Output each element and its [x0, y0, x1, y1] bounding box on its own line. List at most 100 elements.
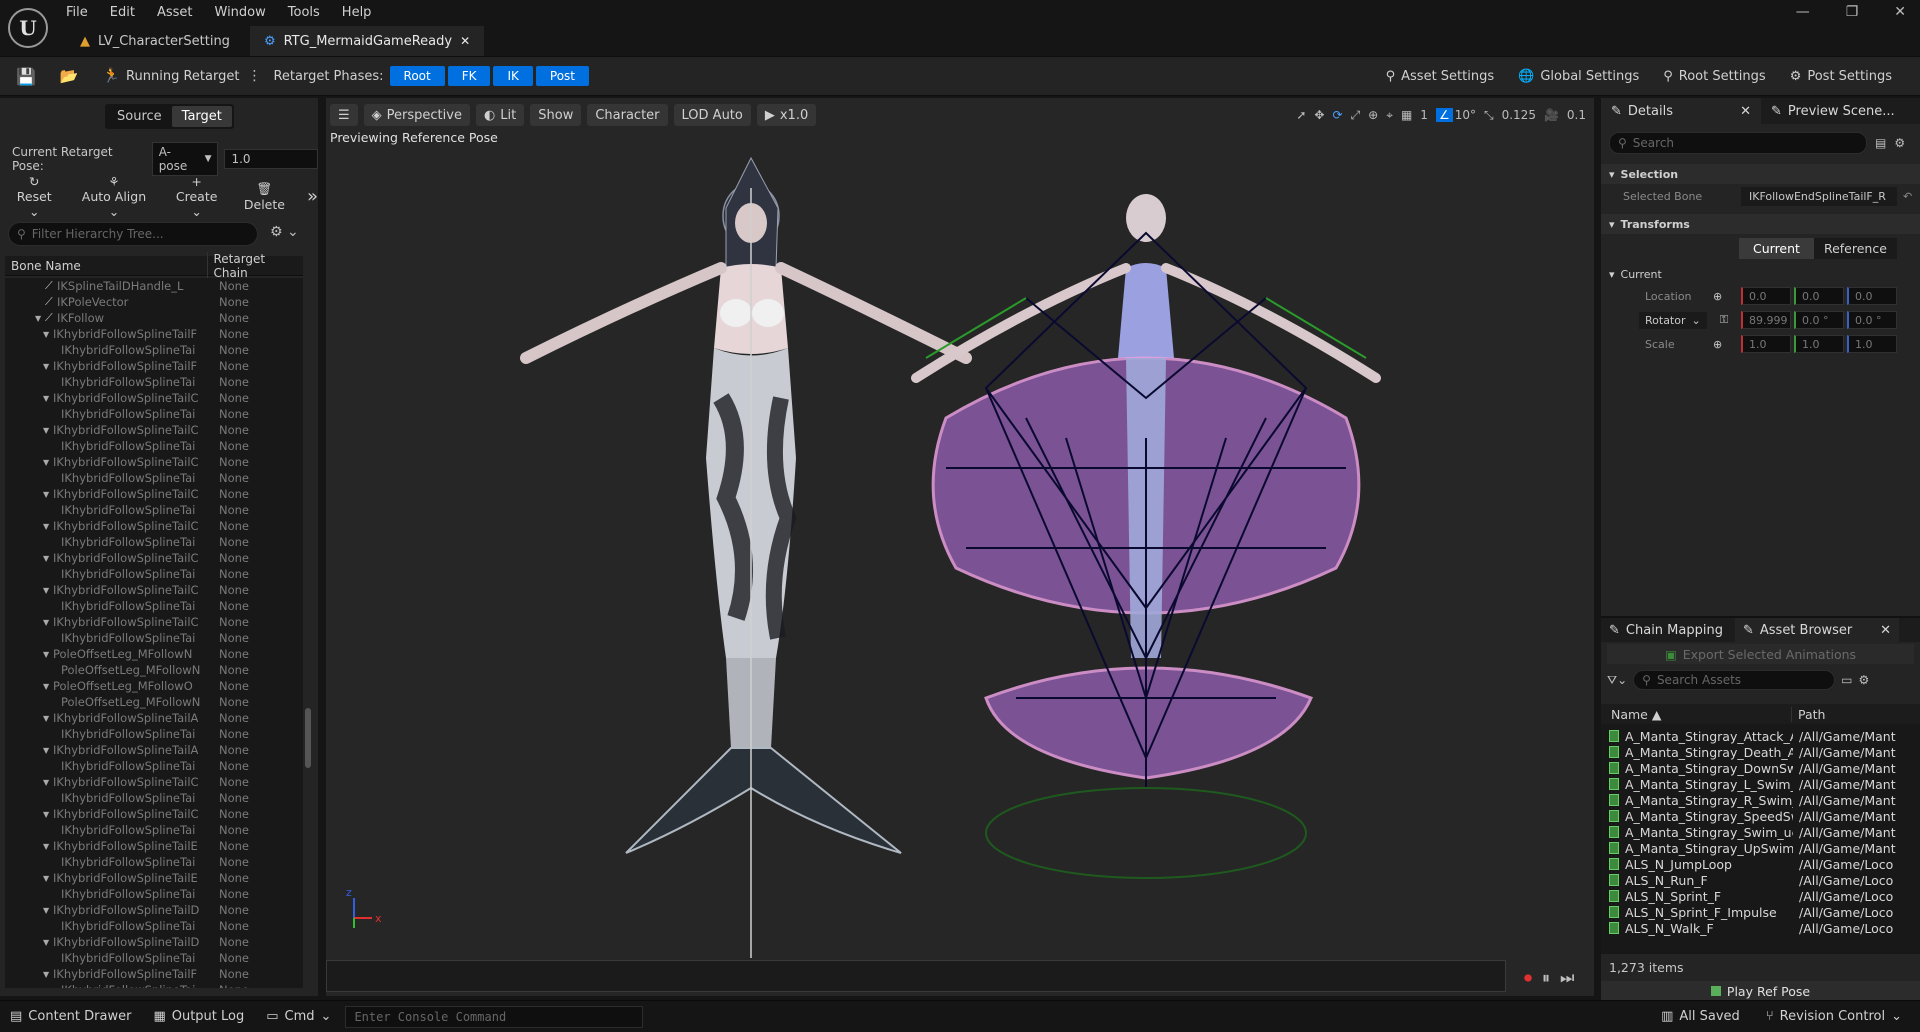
selection-section[interactable]: ▾ Selection	[1601, 164, 1920, 184]
tree-row[interactable]: IKhybridFollowSplineTaiNone	[5, 886, 303, 902]
more-options-icon[interactable]: ⋮	[247, 68, 261, 84]
tree-row[interactable]: PoleOffsetLeg_MFollowN None	[5, 694, 303, 710]
reset-button[interactable]: ↻ Reset ⌄	[12, 174, 56, 219]
timeline-bar[interactable]	[326, 960, 1506, 992]
folder-icon[interactable]: ▭	[1841, 673, 1852, 687]
col-bone-name[interactable]: Bone Name	[5, 259, 207, 273]
retarget-chain-value[interactable]: None	[219, 327, 249, 341]
tree-row[interactable]: ▼ ⟋ IKFollow None	[5, 310, 303, 326]
source-tab[interactable]: Source	[107, 106, 172, 127]
angle-snap-icon[interactable]: ∠	[1435, 108, 1453, 122]
tree-row[interactable]: IKhybridFollowSplineTaiNone	[5, 342, 303, 358]
retarget-chain-value[interactable]: None	[219, 567, 249, 581]
rotator-x-input[interactable]: 89.999	[1741, 311, 1791, 329]
filter-hierarchy-input[interactable]: ⚲ Filter Hierarchy Tree...	[8, 222, 258, 246]
menu-asset[interactable]: Asset	[157, 5, 193, 20]
revision-control-button[interactable]: ⑂ Revision Control ⌄	[1766, 1009, 1902, 1024]
running-retarget-button[interactable]: 🏃 Running Retarget	[103, 68, 240, 84]
coord-space-icon[interactable]: ⊕	[1368, 108, 1378, 122]
location-x-input[interactable]: 0.0	[1741, 287, 1791, 305]
delete-button[interactable]: 🗑 Delete	[244, 181, 285, 212]
perspective-button[interactable]: ◈ Perspective	[363, 104, 470, 126]
rotator-z-input[interactable]: 0.0 °	[1847, 311, 1897, 329]
asset-row[interactable]: A_Manta_Stingray_R_Swim_ /All/Game/Mant	[1609, 792, 1920, 808]
play-ref-pose-button[interactable]: Play Ref Pose	[1601, 981, 1920, 1001]
rotator-y-input[interactable]: 0.0 °	[1794, 311, 1844, 329]
close-window-icon[interactable]: ✕	[1894, 4, 1906, 20]
tree-row[interactable]: ▼ IKhybridFollowSplineTailA None	[5, 742, 303, 758]
tree-row[interactable]: IKhybridFollowSplineTaiNone	[5, 630, 303, 646]
tree-scrollbar[interactable]	[305, 708, 311, 768]
expand-arrow-icon[interactable]: ▼	[43, 618, 53, 627]
minimize-icon[interactable]: —	[1796, 4, 1810, 20]
preview-scene-tab[interactable]: ✎ Preview Scene...	[1761, 104, 1905, 119]
tree-row[interactable]: IKhybridFollowSplineTaiNone	[5, 790, 303, 806]
tree-row[interactable]: ▼ IKhybridFollowSplineTailC None	[5, 518, 303, 534]
retarget-chain-value[interactable]: None	[219, 791, 249, 805]
asset-settings-button[interactable]: ⚲ Asset Settings	[1386, 69, 1495, 84]
tree-row[interactable]: PoleOffsetLeg_MFollowN None	[5, 662, 303, 678]
expand-arrow-icon[interactable]: ▼	[43, 522, 53, 531]
retarget-chain-value[interactable]: None	[219, 855, 249, 869]
tree-row[interactable]: ▼ IKhybridFollowSplineTailF None	[5, 966, 303, 982]
all-saved-indicator[interactable]: ▥ All Saved	[1661, 1009, 1740, 1024]
retarget-chain-value[interactable]: None	[219, 663, 249, 677]
asset-search-input[interactable]: ⚲ Search Assets	[1633, 670, 1836, 690]
menu-window[interactable]: Window	[215, 5, 266, 20]
table-view-icon[interactable]: ▤	[1875, 136, 1886, 150]
filter-icon[interactable]: ⛛⌄	[1607, 673, 1627, 688]
tree-row[interactable]: IKhybridFollowSplineTaiNone	[5, 854, 303, 870]
scale-snap-value[interactable]: 0.125	[1502, 108, 1536, 122]
tree-row[interactable]: IKhybridFollowSplineTaiNone	[5, 406, 303, 422]
phase-post-toggle[interactable]: Post	[535, 66, 590, 86]
retarget-chain-value[interactable]: None	[219, 631, 249, 645]
rotator-mode-select[interactable]: Rotator ⌄	[1639, 311, 1707, 329]
record-icon[interactable]: ⏺	[1524, 968, 1532, 988]
tree-row[interactable]: IKhybridFollowSplineTaiNone	[5, 566, 303, 582]
rotate-icon[interactable]: ⟳	[1332, 108, 1342, 122]
surface-snap-icon[interactable]: ⌖	[1386, 108, 1393, 123]
tree-row[interactable]: IKhybridFollowSplineTaiNone	[5, 374, 303, 390]
expand-arrow-icon[interactable]: ▼	[43, 458, 53, 467]
retarget-chain-value[interactable]: None	[219, 711, 249, 725]
world-space-icon[interactable]: ⊕	[1713, 290, 1741, 303]
export-selected-button[interactable]: ▣ Export Selected Animations	[1607, 644, 1914, 664]
tree-row[interactable]: ▼ IKhybridFollowSplineTailD None	[5, 902, 303, 918]
asset-row[interactable]: ALS_N_Run_F/All/Game/Loco	[1609, 872, 1920, 888]
expand-arrow-icon[interactable]: ▼	[43, 586, 53, 595]
auto-align-button[interactable]: ⚘ Auto Align ⌄	[78, 174, 149, 219]
tree-row[interactable]: ▼ PoleOffsetLeg_MFollowN None	[5, 646, 303, 662]
console-input[interactable]: Enter Console Command	[345, 1005, 644, 1028]
retarget-chain-value[interactable]: None	[219, 439, 249, 453]
expand-arrow-icon[interactable]: ▼	[43, 810, 53, 819]
retarget-chain-value[interactable]: None	[219, 679, 249, 693]
retarget-chain-value[interactable]: None	[219, 519, 249, 533]
tree-row[interactable]: ▼ IKhybridFollowSplineTailC None	[5, 806, 303, 822]
asset-row[interactable]: ALS_N_Walk_F/All/Game/Loco	[1609, 920, 1920, 936]
step-forward-icon[interactable]: ⏭	[1560, 968, 1574, 988]
pose-select[interactable]: A-pose ▼	[151, 142, 219, 176]
cmd-button[interactable]: ▭ Cmd ⌄	[266, 1009, 331, 1024]
tab-lv-charactersetting[interactable]: ▲ LV_CharacterSetting	[66, 26, 244, 56]
tree-row[interactable]: IKhybridFollowSplineTaiNone	[5, 470, 303, 486]
lod-button[interactable]: LOD Auto	[673, 104, 751, 126]
tree-row[interactable]: ▼ PoleOffsetLeg_MFollowO None	[5, 678, 303, 694]
retarget-chain-value[interactable]: None	[219, 311, 249, 325]
expand-arrow-icon[interactable]: ▼	[43, 394, 53, 403]
select-mode-icon[interactable]: ➚	[1296, 108, 1306, 122]
unreal-logo-icon[interactable]: U	[8, 8, 48, 48]
playback-speed-button[interactable]: ▶ x1.0	[756, 104, 817, 126]
tree-row[interactable]: IKhybridFollowSplineTaiNone	[5, 982, 303, 988]
lock-icon[interactable]: ⚿	[1707, 313, 1741, 327]
chain-mapping-tab[interactable]: ✎ Chain Mapping	[1601, 618, 1731, 642]
asset-browser-tab[interactable]: ✎ Asset Browser ✕	[1734, 618, 1899, 642]
tree-row[interactable]: ▼ IKhybridFollowSplineTailF None	[5, 358, 303, 374]
asset-row[interactable]: ALS_N_Sprint_F_Impulse/All/Game/Loco	[1609, 904, 1920, 920]
phase-fk-toggle[interactable]: FK	[447, 66, 491, 86]
tree-row[interactable]: ⟋ IKSplineTailDHandle_L None	[5, 278, 303, 294]
lit-button[interactable]: ◐ Lit	[475, 104, 525, 126]
expand-arrow-icon[interactable]: ▼	[43, 682, 53, 691]
tree-row[interactable]: ⟋ IKPoleVector None	[5, 294, 303, 310]
retarget-chain-value[interactable]: None	[219, 807, 249, 821]
tree-row[interactable]: IKhybridFollowSplineTaiNone	[5, 534, 303, 550]
